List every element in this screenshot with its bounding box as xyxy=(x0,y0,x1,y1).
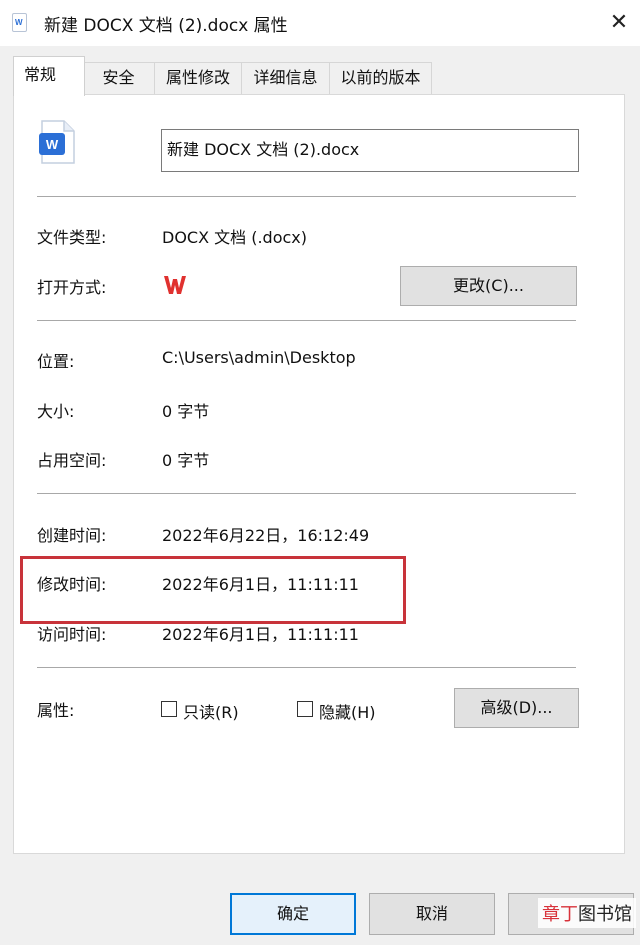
tab-security[interactable]: 安全 xyxy=(82,62,155,94)
hidden-checkbox[interactable] xyxy=(297,701,313,717)
close-button[interactable]: ✕ xyxy=(604,8,634,38)
readonly-checkbox[interactable] xyxy=(161,701,177,717)
accessed-value: 2022年6月1日，11:11:11 xyxy=(162,625,359,644)
separator xyxy=(37,493,576,494)
cancel-button[interactable]: 取消 xyxy=(369,893,495,935)
opens-with-label: 打开方式: xyxy=(37,278,107,297)
svg-text:W: W xyxy=(46,137,59,152)
watermark: 章丁图书馆 xyxy=(538,898,636,928)
wps-document-icon: W xyxy=(38,119,76,165)
size-value: 0 字节 xyxy=(162,402,210,421)
advanced-button[interactable]: 高级(D)... xyxy=(454,688,579,728)
file-type-value: DOCX 文档 (.docx) xyxy=(162,228,308,247)
separator xyxy=(37,667,576,668)
file-type-label: 文件类型: xyxy=(37,228,107,247)
separator xyxy=(37,196,576,197)
wps-logo-icon xyxy=(162,273,188,297)
size-on-disk-value: 0 字节 xyxy=(162,451,210,470)
attributes-label: 属性: xyxy=(37,701,75,720)
watermark-part2: 图书馆 xyxy=(578,904,632,925)
highlight-box xyxy=(20,556,406,624)
separator xyxy=(37,320,576,321)
change-button[interactable]: 更改(C)... xyxy=(400,266,577,306)
ok-button[interactable]: 确定 xyxy=(230,893,356,935)
size-on-disk-label: 占用空间: xyxy=(37,451,107,470)
readonly-label[interactable]: 只读(R) xyxy=(183,699,239,723)
tab-general[interactable]: 常规 xyxy=(13,56,85,96)
tab-attribute-modify[interactable]: 属性修改 xyxy=(154,62,242,94)
accessed-label: 访问时间: xyxy=(37,625,107,644)
window-title: 新建 DOCX 文档 (2).docx 属性 xyxy=(44,16,288,36)
tab-details[interactable]: 详细信息 xyxy=(241,62,330,94)
watermark-part1: 章丁 xyxy=(542,904,578,925)
hidden-label[interactable]: 隐藏(H) xyxy=(319,699,376,723)
document-icon xyxy=(12,13,27,32)
general-panel xyxy=(13,94,625,854)
location-value: C:\Users\admin\Desktop xyxy=(162,348,356,367)
size-label: 大小: xyxy=(37,402,75,421)
created-value: 2022年6月22日，16:12:49 xyxy=(162,526,370,545)
tab-previous-versions[interactable]: 以前的版本 xyxy=(329,62,432,94)
created-label: 创建时间: xyxy=(37,526,107,545)
location-label: 位置: xyxy=(37,352,75,371)
filename-field[interactable]: 新建 DOCX 文档 (2).docx xyxy=(161,129,579,172)
